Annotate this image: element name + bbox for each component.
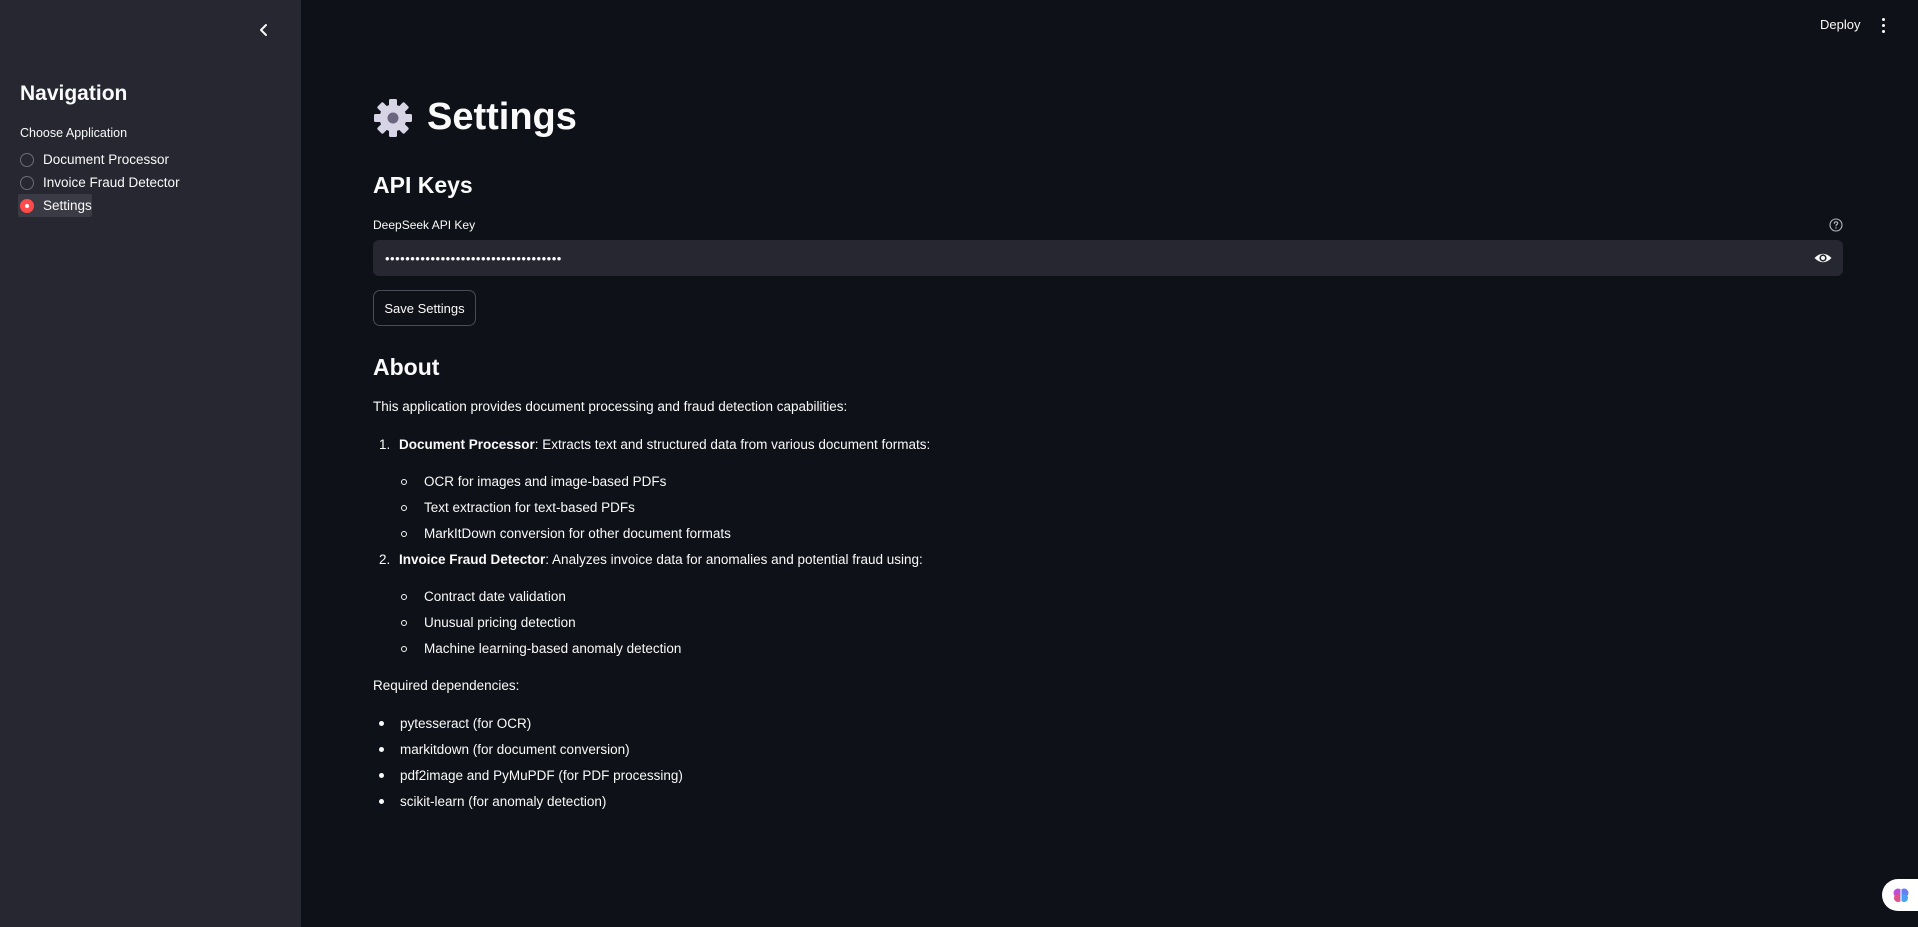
sub-list-item: Machine learning-based anomaly detection xyxy=(401,641,681,656)
dependency-item: pdf2image and PyMuPDF (for PDF processin… xyxy=(379,768,683,783)
sub-list-text: MarkItDown conversion for other document… xyxy=(424,526,731,541)
list-item-title: Document Processor xyxy=(399,437,535,452)
save-settings-button[interactable]: Save Settings xyxy=(373,290,476,326)
bullet-icon xyxy=(379,747,384,752)
dependency-text: markitdown (for document conversion) xyxy=(400,742,630,757)
radio-invoice-fraud-detector[interactable]: Invoice Fraud Detector xyxy=(18,171,182,194)
kebab-dot xyxy=(1881,17,1885,21)
bullet-icon xyxy=(379,773,384,778)
dependencies-label: Required dependencies: xyxy=(373,678,520,693)
bullet-icon xyxy=(379,799,384,804)
circle-bullet-icon xyxy=(401,504,407,511)
page-title-text: Settings xyxy=(427,96,577,138)
app-radio-group: Document Processor Invoice Fraud Detecto… xyxy=(18,148,182,217)
list-number: 1. xyxy=(379,437,391,452)
radio-button[interactable] xyxy=(20,152,34,167)
kebab-dot xyxy=(1881,29,1885,33)
sub-list-item: Text extraction for text-based PDFs xyxy=(401,500,635,515)
sub-list-item: Contract date validation xyxy=(401,589,566,604)
list-item: 1. Document Processor: Extracts text and … xyxy=(379,437,930,452)
streamlit-badge[interactable] xyxy=(1882,879,1918,911)
sub-list-item: MarkItDown conversion for other document… xyxy=(401,526,731,541)
radio-button[interactable] xyxy=(20,175,34,190)
sub-list-text: Unusual pricing detection xyxy=(424,615,576,630)
dependency-item: markitdown (for document conversion) xyxy=(379,742,630,757)
radio-label: Document Processor xyxy=(43,152,170,167)
bullet-icon xyxy=(379,721,384,726)
circle-bullet-icon xyxy=(401,593,407,600)
about-intro: This application provides document proce… xyxy=(373,399,848,414)
circle-bullet-icon xyxy=(401,619,407,626)
list-item-desc: : Extracts text and structured data from… xyxy=(534,437,931,452)
dependency-item: pytesseract (for OCR) xyxy=(379,716,531,731)
api-key-input[interactable] xyxy=(385,250,1785,266)
dependency-text: pytesseract (for OCR) xyxy=(400,716,532,731)
sub-list-text: Contract date validation xyxy=(424,589,566,604)
sidebar-title: Navigation xyxy=(20,82,128,105)
kebab-dot xyxy=(1881,23,1885,27)
help-icon[interactable] xyxy=(1829,218,1843,232)
dependency-item: scikit-learn (for anomaly detection) xyxy=(379,794,606,809)
brain-icon xyxy=(1893,888,1909,902)
dependency-text: scikit-learn (for anomaly detection) xyxy=(400,794,607,809)
radio-group-label: Choose Application xyxy=(20,126,128,140)
circle-bullet-icon xyxy=(401,478,407,485)
radio-label: Settings xyxy=(43,198,92,213)
about-heading: About xyxy=(373,354,440,380)
radio-label: Invoice Fraud Detector xyxy=(43,175,180,190)
gear-icon xyxy=(374,98,412,137)
list-item-desc: : Analyzes invoice data for anomalies an… xyxy=(545,552,923,567)
main-menu-button[interactable] xyxy=(1876,14,1890,36)
sub-list-text: OCR for images and image-based PDFs xyxy=(424,474,667,489)
chevron-left-icon xyxy=(260,24,267,36)
radio-settings[interactable]: Settings xyxy=(18,194,92,217)
circle-bullet-icon xyxy=(401,645,407,652)
list-item-title: Invoice Fraud Detector xyxy=(399,552,546,567)
list-item: 2. Invoice Fraud Detector: Analyzes invoi… xyxy=(379,552,923,567)
api-key-label: DeepSeek API Key xyxy=(373,218,476,232)
sub-list-item: OCR for images and image-based PDFs xyxy=(401,474,666,489)
sidebar: Navigation Choose Application Document P… xyxy=(0,0,301,927)
radio-button-selected[interactable] xyxy=(20,198,34,213)
dependency-text: pdf2image and PyMuPDF (for PDF processin… xyxy=(400,768,683,783)
list-number: 2. xyxy=(379,552,391,567)
radio-document-processor[interactable]: Document Processor xyxy=(18,148,182,171)
page-title: Settings xyxy=(373,96,577,139)
sub-list-item: Unusual pricing detection xyxy=(401,615,576,630)
deploy-button[interactable]: Deploy xyxy=(1820,17,1860,32)
collapse-sidebar-button[interactable] xyxy=(252,18,276,42)
eye-icon[interactable] xyxy=(1813,248,1833,268)
circle-bullet-icon xyxy=(401,530,407,537)
sub-list-text: Machine learning-based anomaly detection xyxy=(424,641,682,656)
api-keys-heading: API Keys xyxy=(373,172,473,198)
api-key-field[interactable] xyxy=(373,240,1843,276)
sub-list-text: Text extraction for text-based PDFs xyxy=(424,500,635,515)
